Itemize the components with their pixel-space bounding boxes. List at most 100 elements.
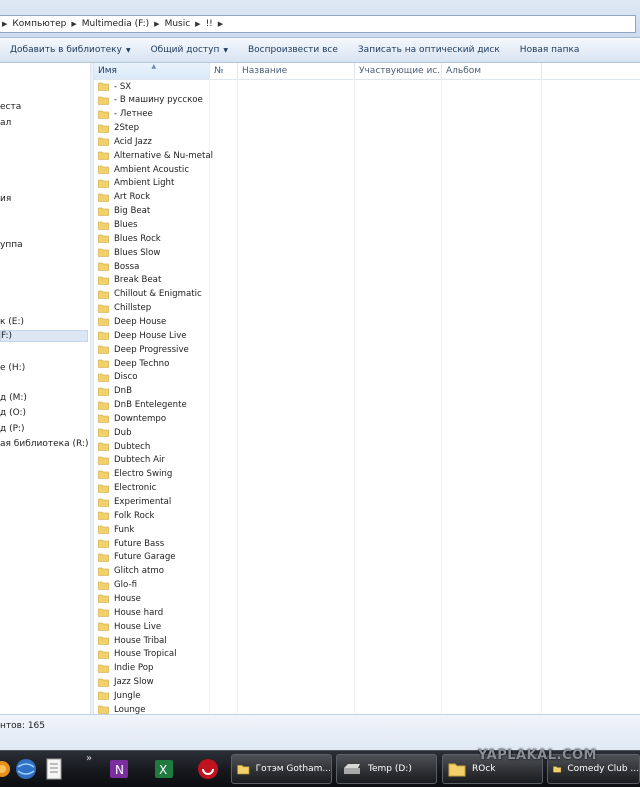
chevron-right-icon[interactable]: ▶: [71, 20, 76, 28]
folder-name: Deep Progressive: [114, 344, 189, 355]
nav-item[interactable]: ал: [0, 118, 11, 128]
folder-row[interactable]: Glo-fi: [98, 579, 208, 592]
folder-row[interactable]: Deep Techno: [98, 357, 208, 370]
nav-item-drive-m[interactable]: д (M:): [0, 393, 27, 403]
chevron-right-icon[interactable]: ▶: [154, 20, 159, 28]
button-label: Добавить в библиотеку: [10, 45, 122, 55]
folder-icon: [98, 608, 109, 618]
folder-row[interactable]: Bossa: [98, 260, 208, 273]
folder-icon: [98, 359, 109, 368]
folder-row[interactable]: Dub: [98, 426, 208, 439]
column-header-album[interactable]: Альбом: [442, 63, 542, 79]
nav-item-drive-p[interactable]: д (P:): [0, 424, 25, 434]
folder-row[interactable]: - Летнее: [98, 108, 208, 121]
folder-row[interactable]: Deep Progressive: [98, 343, 208, 356]
folder-row[interactable]: Electronic: [98, 482, 208, 495]
folder-row[interactable]: Electro Swing: [98, 468, 208, 481]
folder-icon: [98, 512, 109, 521]
task-label: Готэм Gotham...: [255, 764, 331, 774]
folder-name: Dubtech: [114, 441, 151, 452]
task-drive-temp[interactable]: Temp (D:): [336, 754, 437, 784]
share-button[interactable]: Общий доступ ▼: [141, 45, 238, 55]
folder-row[interactable]: Blues Rock: [98, 232, 208, 245]
nav-item-drive-r[interactable]: ая библиотека (R:): [0, 439, 88, 449]
task-folder-gotham[interactable]: Готэм Gotham...: [231, 754, 332, 784]
folder-row[interactable]: Indie Pop: [98, 662, 208, 675]
folder-row[interactable]: Folk Rock: [98, 509, 208, 522]
breadcrumb-music[interactable]: Music ▶: [165, 19, 206, 29]
column-header-number[interactable]: №: [210, 63, 238, 79]
breadcrumb-computer[interactable]: Компьютер ▶: [12, 19, 81, 29]
folder-row[interactable]: House Tropical: [98, 648, 208, 661]
folder-row[interactable]: DnB: [98, 385, 208, 398]
chevron-down-icon: ▼: [125, 46, 131, 54]
breadcrumb-root-arrow[interactable]: ▶: [0, 20, 12, 28]
excel-icon[interactable]: X: [152, 757, 176, 781]
folder-row[interactable]: Deep House Live: [98, 329, 208, 342]
more-apps-chevron[interactable]: »: [86, 753, 92, 764]
folder-icon: [98, 82, 109, 91]
browser-globe-icon[interactable]: [14, 757, 38, 781]
nav-item[interactable]: ия: [0, 194, 11, 204]
nav-item-drive-h[interactable]: е (H:): [0, 363, 25, 373]
column-header-title[interactable]: Название: [238, 63, 355, 79]
play-all-button[interactable]: Воспроизвести все: [238, 45, 348, 55]
chevron-right-icon[interactable]: ▶: [218, 20, 223, 28]
breadcrumb-current[interactable]: !! ▶: [206, 19, 229, 29]
folder-row[interactable]: Jazz Slow: [98, 676, 208, 689]
folder-row[interactable]: Lounge: [98, 703, 208, 714]
breadcrumb-drive[interactable]: Multimedia (F:) ▶: [82, 19, 165, 29]
chevron-right-icon[interactable]: ▶: [195, 20, 200, 28]
folder-icon: [98, 373, 109, 382]
folder-row[interactable]: Chillstep: [98, 302, 208, 315]
onenote-icon[interactable]: N: [107, 757, 131, 781]
red-app-icon[interactable]: [196, 757, 220, 781]
folder-row[interactable]: DnB Entelegente: [98, 399, 208, 412]
folder-row[interactable]: House hard: [98, 606, 208, 619]
folder-icon: [98, 581, 109, 590]
address-field[interactable]: ▶ Компьютер ▶ Multimedia (F:) ▶ Music ▶ !! ▶: [0, 15, 636, 33]
nav-item[interactable]: уппа: [0, 240, 23, 250]
nav-item-drive-e[interactable]: к (E:): [0, 317, 24, 327]
folder-row[interactable]: Art Rock: [98, 191, 208, 204]
folder-row[interactable]: Chillout & Enigmatic: [98, 288, 208, 301]
folder-row[interactable]: Jungle: [98, 689, 208, 702]
folder-row[interactable]: 2Step: [98, 122, 208, 135]
folder-row[interactable]: House Live: [98, 620, 208, 633]
folder-row[interactable]: Future Bass: [98, 537, 208, 550]
folder-name: House Tribal: [114, 635, 167, 646]
folder-row[interactable]: Experimental: [98, 496, 208, 509]
folder-row[interactable]: Ambient Acoustic: [98, 163, 208, 176]
folder-row[interactable]: Blues: [98, 219, 208, 232]
folder-row[interactable]: Acid Jazz: [98, 135, 208, 148]
folder-row[interactable]: House: [98, 592, 208, 605]
folder-row[interactable]: - SX: [98, 80, 208, 93]
nav-item-drive-f[interactable]: F:): [0, 330, 88, 342]
folder-row[interactable]: Alternative & Nu-metal: [98, 149, 213, 162]
folder-row[interactable]: Deep House: [98, 315, 208, 328]
folder-row[interactable]: Big Beat: [98, 205, 208, 218]
folder-row[interactable]: Funk: [98, 523, 208, 536]
folder-row[interactable]: House Tribal: [98, 634, 208, 647]
column-header-artists[interactable]: Участвующие ис...: [355, 63, 442, 79]
document-icon[interactable]: [42, 757, 66, 781]
folder-icon: [98, 622, 109, 631]
media-player-icon[interactable]: [0, 759, 12, 779]
nav-item-drive-o[interactable]: д (O:): [0, 408, 26, 418]
folder-row[interactable]: Dubtech: [98, 440, 208, 453]
nav-item[interactable]: еста: [0, 102, 21, 112]
folder-row[interactable]: Break Beat: [98, 274, 208, 287]
folder-row[interactable]: Disco: [98, 371, 208, 384]
folder-row[interactable]: Blues Slow: [98, 246, 208, 259]
column-header-name[interactable]: ▲ Имя: [94, 63, 210, 79]
folder-row[interactable]: Glitch atmo: [98, 565, 208, 578]
add-to-library-button[interactable]: Добавить в библиотеку ▼: [0, 45, 141, 55]
folder-row[interactable]: Dubtech Air: [98, 454, 208, 467]
burn-disc-button[interactable]: Записать на оптический диск: [348, 45, 510, 55]
folder-icon: [98, 650, 109, 659]
folder-row[interactable]: Ambient Light: [98, 177, 208, 190]
folder-row[interactable]: Downtempo: [98, 412, 208, 425]
folder-row[interactable]: Future Garage: [98, 551, 208, 564]
folder-row[interactable]: - В машину русское: [98, 94, 208, 107]
new-folder-button[interactable]: Новая папка: [510, 45, 590, 55]
